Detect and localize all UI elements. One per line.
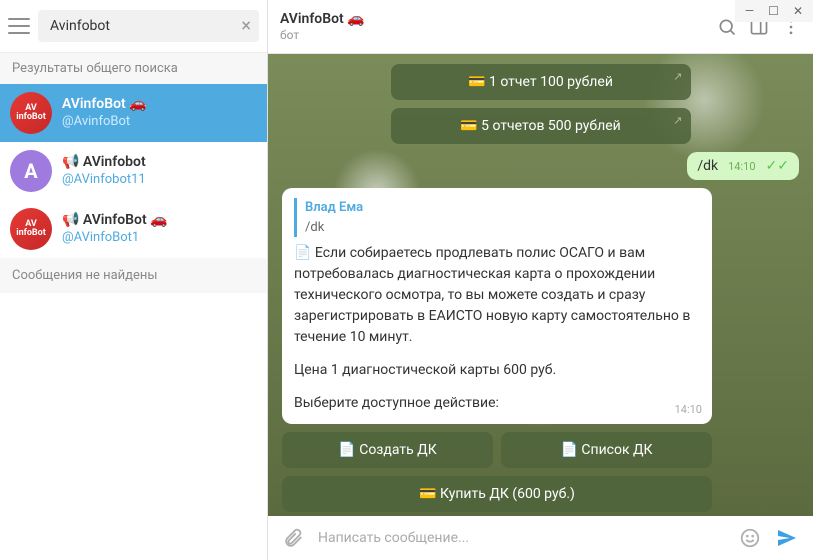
- share-icon: ↗: [673, 70, 682, 83]
- reply-text: /dk: [305, 218, 700, 238]
- read-checks-icon: ✓✓: [766, 158, 789, 174]
- button-label: 📄 Список ДК: [560, 442, 652, 458]
- message-paragraph: Цена 1 диагностической карты 600 руб.: [294, 360, 700, 381]
- result-username: @AvinfoBot: [62, 114, 147, 131]
- menu-button[interactable]: [8, 17, 30, 35]
- search-input[interactable]: [38, 10, 259, 42]
- search-result-item[interactable]: A 📢 AVinfobot @AVinfobot11: [0, 142, 267, 200]
- search-result-item[interactable]: AV infoBot AVinfoBot 🚗 @AvinfoBot: [0, 84, 267, 142]
- message-input[interactable]: [318, 530, 725, 546]
- inline-button-list[interactable]: 📄 Список ДК: [501, 432, 712, 468]
- button-label: 📄 Создать ДК: [338, 442, 436, 458]
- send-icon[interactable]: [775, 526, 799, 550]
- global-results-header: Результаты общего поиска: [0, 53, 267, 84]
- no-messages-label: Сообщения не найдены: [0, 258, 267, 293]
- avatar: A: [10, 150, 52, 192]
- inline-button[interactable]: 💳 5 отчетов 500 рублей ↗: [391, 108, 691, 144]
- close-icon[interactable]: ✕: [793, 4, 803, 18]
- outgoing-message[interactable]: /dk 14:10 ✓✓: [687, 152, 799, 180]
- search-result-item[interactable]: AV infoBot 📢 AVinfoBot 🚗 @AVinfoBot1: [0, 200, 267, 258]
- message-time: 14:10: [728, 160, 755, 173]
- clear-search-icon[interactable]: ×: [241, 16, 251, 37]
- maximize-icon[interactable]: ☐: [768, 4, 779, 18]
- avatar: AV infoBot: [10, 208, 52, 250]
- button-label: 💳 Купить ДК (600 руб.): [419, 486, 575, 502]
- share-icon: ↗: [673, 114, 682, 127]
- button-label: 💳 1 отчет 100 рублей: [468, 74, 613, 90]
- emoji-icon[interactable]: [739, 527, 761, 549]
- inline-button-create[interactable]: 📄 Создать ДК: [282, 432, 493, 468]
- button-label: 💳 5 отчетов 500 рублей: [460, 118, 621, 134]
- result-username: @AVinfoBot1: [62, 230, 168, 247]
- avatar: AV infoBot: [10, 92, 52, 134]
- inline-button[interactable]: 💳 1 отчет 100 рублей ↗: [391, 64, 691, 100]
- minimize-icon[interactable]: —: [745, 4, 754, 18]
- message-time: 14:10: [675, 402, 702, 419]
- chat-subtitle: бот: [280, 28, 705, 42]
- result-title: 📢 AVinfoBot 🚗: [62, 211, 168, 229]
- result-title: 📢 AVinfobot: [62, 153, 146, 171]
- result-title: AVinfoBot 🚗: [62, 95, 147, 113]
- message-paragraph: 📄 Если собираетесь продлевать полис ОСАГ…: [294, 243, 700, 348]
- reply-preview: Влад Ема /dk: [294, 198, 700, 237]
- message-text: /dk: [697, 158, 718, 174]
- message-paragraph: Выберите доступное действие:: [294, 393, 700, 414]
- attach-icon[interactable]: [282, 527, 304, 549]
- window-controls: — ☐ ✕: [735, 0, 813, 22]
- result-username: @AVinfobot11: [62, 172, 146, 189]
- chat-title: AVinfoBot 🚗: [280, 11, 705, 28]
- inline-button-buy[interactable]: 💳 Купить ДК (600 руб.): [282, 476, 712, 512]
- reply-author: Влад Ема: [305, 198, 700, 218]
- bot-message[interactable]: Влад Ема /dk 📄 Если собираетесь продлева…: [282, 188, 712, 424]
